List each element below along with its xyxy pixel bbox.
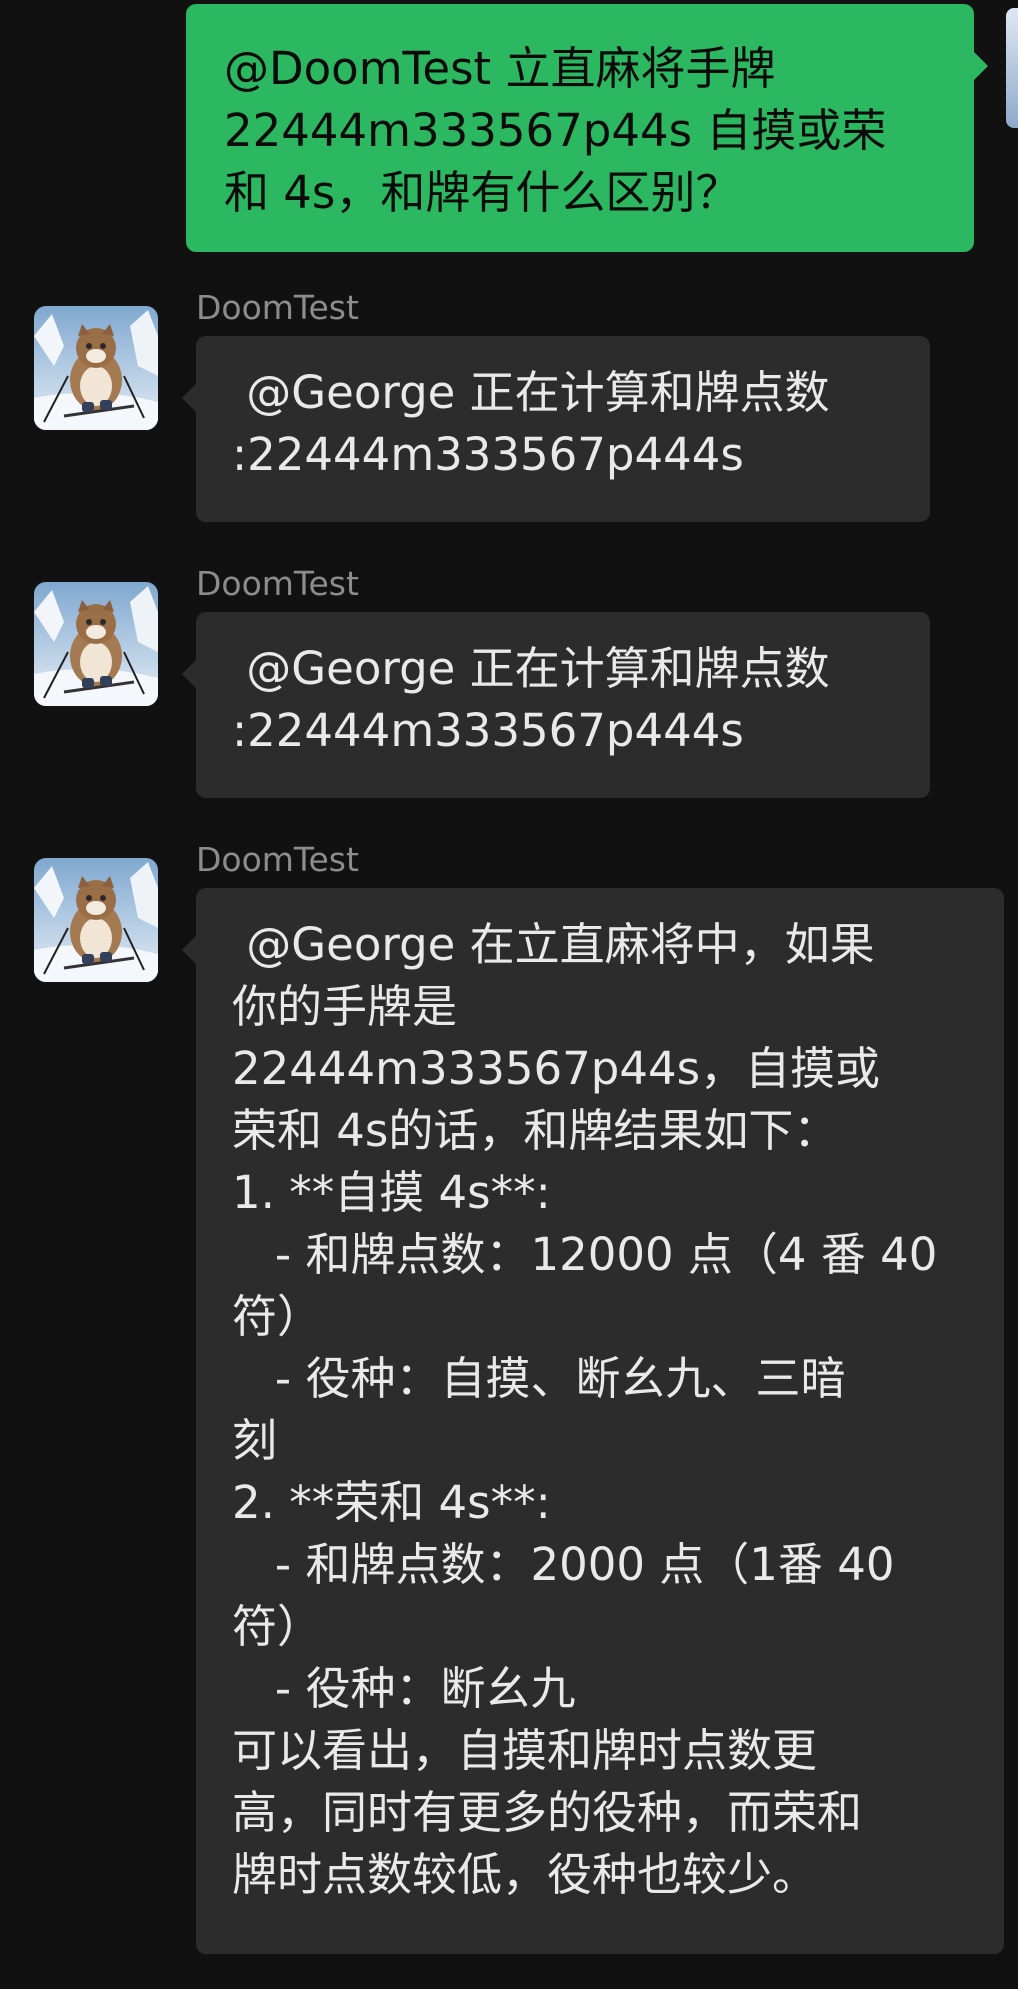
bubble-tail (182, 384, 196, 412)
message-line: @DoomTest 立直麻将手牌 (224, 42, 776, 95)
message-line: 你的手牌是 (232, 980, 458, 1033)
message-line: - 役种：自摸、断幺九、三暗 (232, 1352, 846, 1405)
message-line: 高，同时有更多的役种，而荣和 (232, 1786, 863, 1839)
message-line: 22444m333567p44s，自摸或 (232, 1042, 881, 1095)
incoming-bubble[interactable]: @George 在立直麻将中，如果 你的手牌是 22444m333567p44s… (182, 888, 1004, 1954)
message-line: 牌时点数较低，役种也较少。 (232, 1848, 818, 1901)
message-line: 符） (232, 1290, 323, 1343)
message-line: 22444m333567p44s 自摸或荣 (224, 104, 887, 157)
message-line: - 和牌点数：12000 点（4 番 40 (232, 1228, 938, 1281)
incoming-bubble[interactable]: @George 正在计算和牌点数 :22444m333567p444s (182, 612, 930, 798)
message-line: 1. **自摸 4s**: (232, 1166, 551, 1219)
message-line: 和 4s，和牌有什么区别？ (224, 166, 741, 219)
sender-name: DoomTest (196, 840, 359, 879)
message-line: 2. **荣和 4s**: (232, 1476, 551, 1529)
message-line: - 和牌点数：2000 点（1番 40 (232, 1538, 895, 1591)
bubble-tail (182, 660, 196, 688)
message-line: 刻 (232, 1414, 278, 1467)
message-line: @George 正在计算和牌点数 (232, 642, 830, 695)
cat-skier-avatar-icon[interactable] (34, 582, 158, 706)
outgoing-message: @DoomTest 立直麻将手牌 22444m333567p44s 自摸或荣 和… (186, 4, 988, 252)
message-line: @George 正在计算和牌点数 (232, 366, 830, 419)
cat-skier-avatar-icon[interactable] (34, 306, 158, 430)
message-line: 可以看出，自摸和牌时点数更 (232, 1724, 818, 1777)
sender-name: DoomTest (196, 288, 359, 327)
sender-name: DoomTest (196, 564, 359, 603)
bubble-tail (182, 936, 196, 964)
message-line: 符） (232, 1600, 323, 1653)
message-line: - 役种：断幺九 (232, 1662, 576, 1715)
message-line: 荣和 4s的话，和牌结果如下： (232, 1104, 839, 1157)
user-avatar-icon[interactable] (1006, 8, 1018, 128)
message-line: :22444m333567p444s (232, 704, 744, 757)
chat-view: @DoomTest 立直麻将手牌 22444m333567p44s 自摸或荣 和… (0, 0, 1018, 1989)
outgoing-bubble[interactable]: @DoomTest 立直麻将手牌 22444m333567p44s 自摸或荣 和… (186, 4, 988, 252)
bubble-tail (974, 52, 988, 80)
incoming-bubble[interactable]: @George 正在计算和牌点数 :22444m333567p444s (182, 336, 930, 522)
cat-skier-avatar-icon[interactable] (34, 858, 158, 982)
message-line: :22444m333567p444s (232, 428, 744, 481)
message-line: @George 在立直麻将中，如果 (232, 918, 875, 971)
